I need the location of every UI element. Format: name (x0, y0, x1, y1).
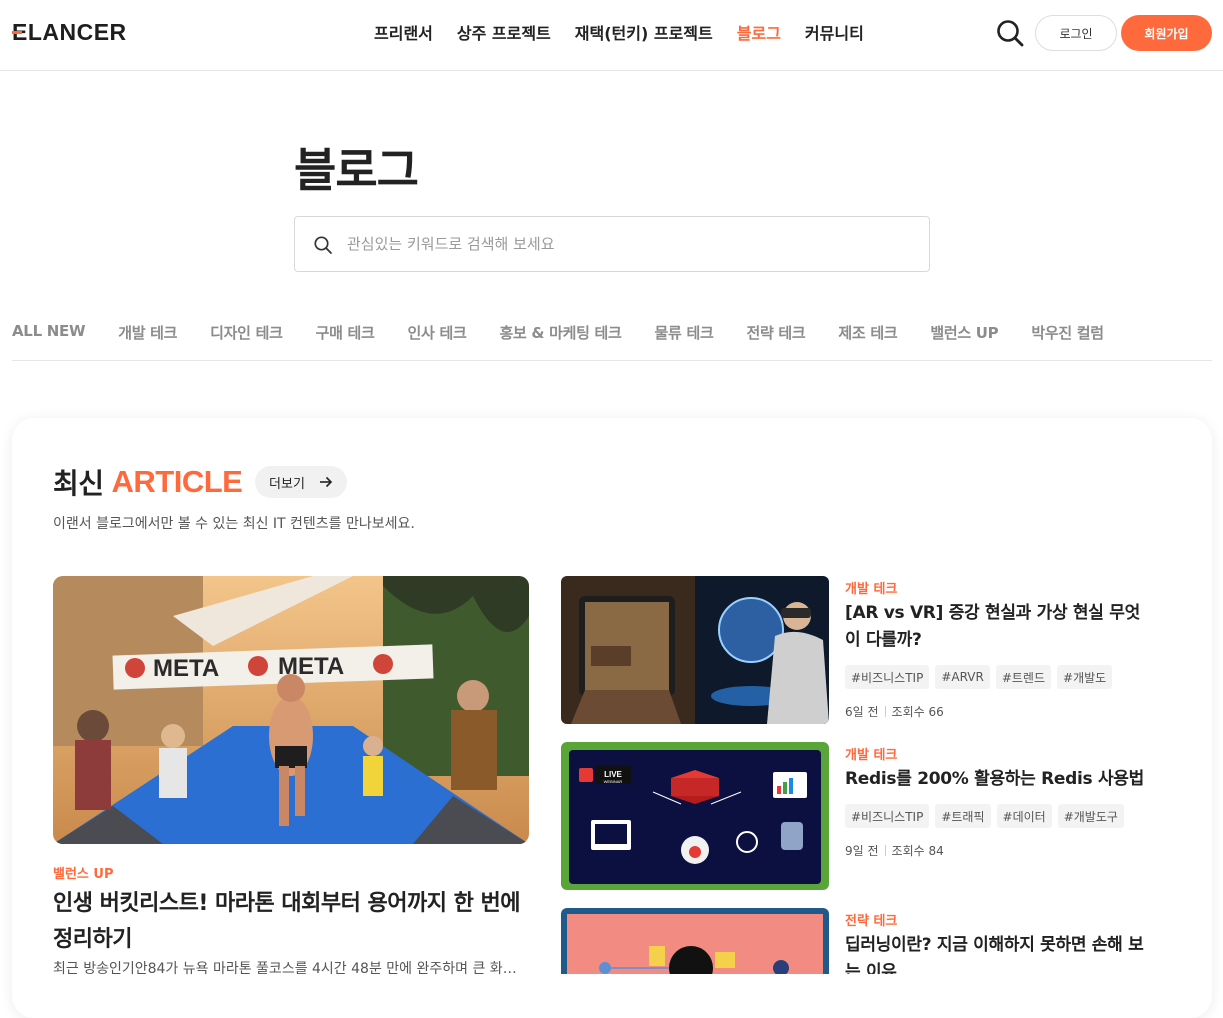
section-description: 이랜서 블로그에서만 볼 수 있는 최신 IT 컨텐츠를 만나보세요. (53, 516, 415, 532)
side-article-3-title[interactable]: 딥러닝이란? 지금 이해하지 못하면 손해 보는 이유 (845, 932, 1145, 974)
tab-balance-up[interactable]: 밸런스 UP (930, 322, 998, 360)
side-article-1-tags: #비즈니스TIP #ARVR #트렌드 #개발도 (845, 665, 1113, 689)
post-date: 6일 전 (845, 705, 879, 719)
nav-blog[interactable]: 블로그 (737, 20, 781, 44)
tag[interactable]: #ARVR (935, 665, 990, 689)
main-nav: 프리랜서 상주 프로젝트 재택(턴키) 프로젝트 블로그 커뮤니티 (374, 20, 888, 44)
side-article-2-thumbnail[interactable]: LIVE WEBINAR (561, 742, 829, 890)
nav-freelancer[interactable]: 프리랜서 (374, 20, 433, 44)
view-count: 조회수 66 (891, 705, 944, 719)
more-button[interactable]: 더보기 (255, 466, 347, 498)
logo-dash-mark (12, 31, 22, 34)
tag[interactable]: #비즈니스TIP (845, 804, 930, 828)
side-article-1-meta: 6일 전 조회수 66 (845, 703, 944, 720)
side-article-1-title[interactable]: [AR vs VR] 증강 현실과 가상 현실 무엇이 다를까? (845, 600, 1145, 654)
tag[interactable]: #개발도구 (1057, 804, 1124, 828)
webinar-label: WEBINAR (604, 779, 623, 784)
search-icon (314, 236, 332, 254)
tab-hr-tech[interactable]: 인사 테크 (408, 322, 467, 360)
ar-vr-image (561, 576, 829, 724)
tab-purchase-tech[interactable]: 구매 테크 (316, 322, 375, 360)
tag[interactable]: #개발도 (1057, 665, 1113, 689)
side-article-3-thumbnail[interactable] (561, 908, 829, 974)
side-article-1-thumbnail[interactable] (561, 576, 829, 724)
redis-webinar-image: LIVE WEBINAR (561, 742, 829, 890)
meta-divider (884, 845, 886, 856)
tag[interactable]: #트래픽 (935, 804, 991, 828)
page-title: 블로그 (294, 143, 419, 197)
tab-design-tech[interactable]: 디자인 테크 (210, 322, 283, 360)
blog-search-input[interactable] (347, 227, 907, 261)
elancer-logo[interactable]: ELANCER (12, 19, 127, 45)
tab-column[interactable]: 박우진 컬럼 (1031, 322, 1104, 360)
live-label: LIVE (604, 770, 622, 779)
main-article-title[interactable]: 인생 버킷리스트! 마라톤 대회부터 용어까지 한 번에 정리하기 (53, 886, 529, 958)
latest-article-section: 최신 ARTICLE 더보기 이랜서 블로그에서만 볼 수 있는 최신 IT 컨… (12, 418, 1212, 1018)
side-article-2: LIVE WEBINAR 개발 테크 Redis를 200% 활용하는 Redi… (561, 742, 1181, 892)
tag[interactable]: #비즈니스TIP (845, 665, 930, 689)
tab-dev-tech[interactable]: 개발 테크 (118, 322, 177, 360)
side-article-2-category[interactable]: 개발 테크 (845, 744, 897, 763)
login-button[interactable]: 로그인 (1035, 15, 1117, 51)
tag[interactable]: #데이터 (996, 804, 1052, 828)
side-article-1-category[interactable]: 개발 테크 (845, 578, 897, 597)
marathon-photo: META META (53, 576, 529, 844)
tab-strategy-tech[interactable]: 전략 테크 (746, 322, 805, 360)
view-count: 조회수 84 (891, 844, 944, 858)
side-article-2-meta: 9일 전 조회수 84 (845, 842, 944, 859)
arrow-right-icon (319, 476, 333, 488)
deep-learning-image (561, 908, 829, 974)
tab-logistics-tech[interactable]: 물류 테크 (655, 322, 714, 360)
tab-manufacturing-tech[interactable]: 제조 테크 (838, 322, 897, 360)
meta-divider (884, 706, 886, 717)
side-article-1: 개발 테크 [AR vs VR] 증강 현실과 가상 현실 무엇이 다를까? #… (561, 576, 1181, 726)
tab-marketing-tech[interactable]: 홍보 & 마케팅 테크 (499, 322, 621, 360)
nav-community[interactable]: 커뮤니티 (805, 20, 864, 44)
section-title-accent: ARTICLE (111, 464, 243, 499)
main-article-thumbnail[interactable]: META META (53, 576, 529, 844)
more-button-label: 더보기 (269, 476, 305, 492)
nav-remote-project[interactable]: 재택(턴키) 프로젝트 (575, 20, 713, 44)
logo-text: ELANCER (12, 18, 127, 45)
side-article-2-tags: #비즈니스TIP #트래픽 #데이터 #개발도구 (845, 804, 1124, 828)
side-article-2-title[interactable]: Redis를 200% 활용하는 Redis 사용법 (845, 766, 1145, 793)
signup-button[interactable]: 회원가입 (1121, 15, 1212, 51)
section-title: 최신 ARTICLE (53, 462, 243, 502)
banner-text-1: META (153, 655, 219, 682)
category-tabs: ALL NEW 개발 테크 디자인 테크 구매 테크 인사 테크 홍보 & 마케… (12, 322, 1212, 361)
tab-all-new[interactable]: ALL NEW (12, 322, 86, 360)
post-date: 9일 전 (845, 844, 879, 858)
site-header: ELANCER 프리랜서 상주 프로젝트 재택(턴키) 프로젝트 블로그 커뮤니… (0, 0, 1223, 71)
section-title-prefix: 최신 (53, 467, 104, 500)
main-article-category[interactable]: 밸런스 UP (53, 863, 114, 882)
blog-search-box (294, 216, 930, 272)
main-article-excerpt: 최근 방송인기안84가 뉴욕 마라톤 풀코스를 4시간 48분 만에 완주하며 … (53, 961, 529, 977)
tag[interactable]: #트렌드 (995, 665, 1052, 689)
search-icon[interactable] (995, 18, 1025, 48)
side-article-3-category[interactable]: 전략 테크 (845, 910, 897, 929)
side-article-3: 전략 테크 딥러닝이란? 지금 이해하지 못하면 손해 보는 이유 (561, 908, 1181, 974)
nav-onsite-project[interactable]: 상주 프로젝트 (457, 20, 551, 44)
